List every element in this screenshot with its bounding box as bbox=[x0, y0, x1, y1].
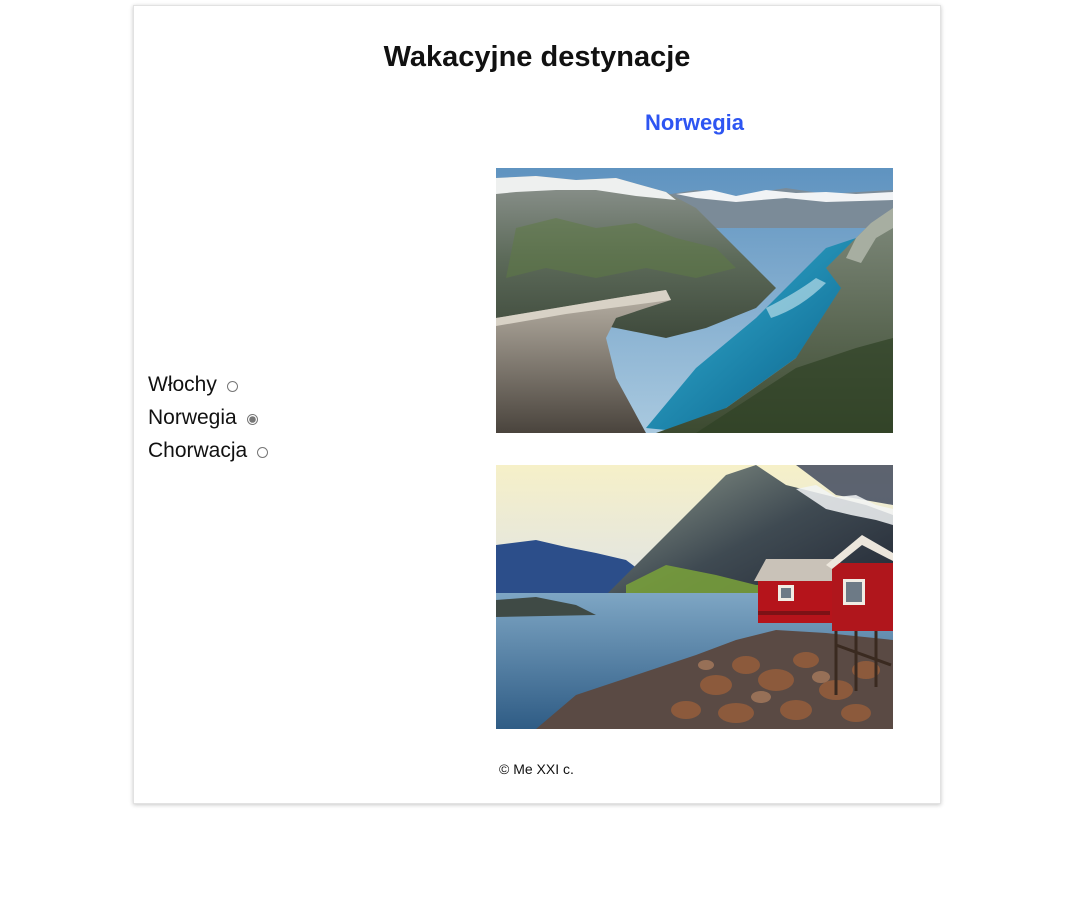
page-title: Wakacyjne destynacje bbox=[383, 41, 691, 73]
option-label-wlochy: Włochy bbox=[148, 372, 217, 396]
main-card: Wakacyjne destynacje Norwegia Włochy Nor… bbox=[133, 5, 941, 804]
radio-norwegia[interactable] bbox=[246, 414, 258, 425]
option-label-norwegia: Norwegia bbox=[148, 405, 237, 429]
radio-chorwacja[interactable] bbox=[257, 447, 269, 458]
radio-wlochy[interactable] bbox=[226, 381, 238, 392]
option-chorwacja[interactable]: Chorwacja bbox=[148, 434, 269, 467]
fjord-cliff-photo bbox=[496, 168, 893, 433]
option-wlochy[interactable]: Włochy bbox=[148, 368, 268, 401]
destination-title: Norwegia bbox=[644, 110, 745, 135]
option-norwegia[interactable]: Norwegia bbox=[148, 401, 268, 434]
destination-options: Włochy Norwegia Chorwacja bbox=[148, 368, 269, 467]
option-label-chorwacja: Chorwacja bbox=[148, 438, 248, 462]
footer-copyright: © Me XXI c. bbox=[499, 761, 574, 777]
red-cabin-lake-photo bbox=[496, 465, 893, 729]
